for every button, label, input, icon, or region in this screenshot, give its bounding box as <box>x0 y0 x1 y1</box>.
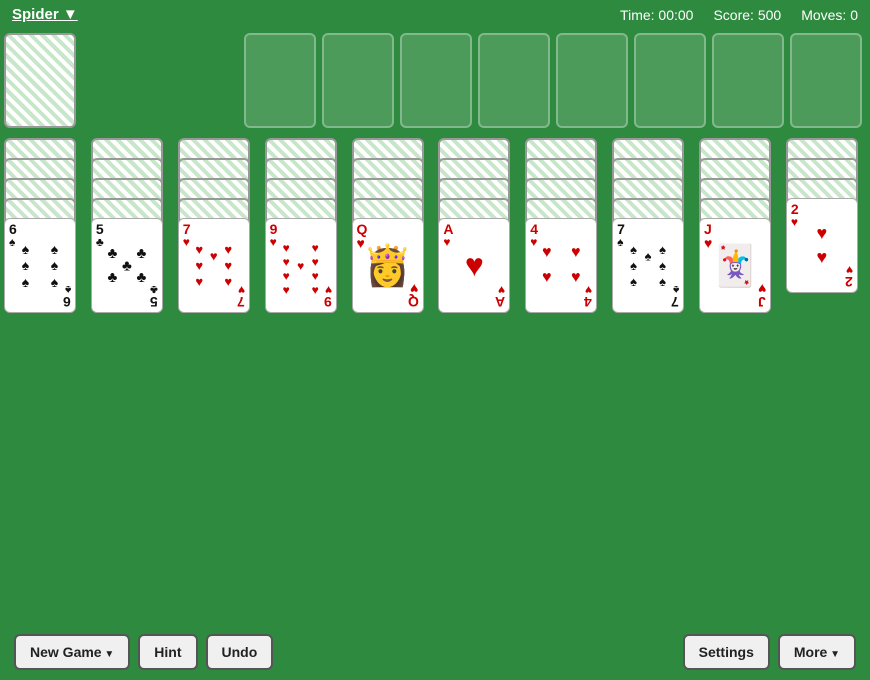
new-game-button[interactable]: New Game <box>14 634 130 670</box>
time-value: 00:00 <box>658 7 693 23</box>
more-button[interactable]: More <box>778 634 856 670</box>
stats-area: Time: 00:00 Score: 500 Moves: 0 <box>620 7 858 23</box>
stock-area <box>4 33 76 128</box>
settings-button[interactable]: Settings <box>683 634 770 670</box>
column-0: 6 ♠ ♠♠♠♠♠♠ 6 ♠ <box>4 138 84 313</box>
face-up-card[interactable]: A ♥ ♥ A ♥ <box>438 218 510 313</box>
column-4: Q ♥ 👸 Q ♥ <box>352 138 432 313</box>
foundation-slot-1 <box>244 33 316 128</box>
face-up-card[interactable]: 5 ♣ ♣♣♣♣♣ 5 ♣ <box>91 218 163 313</box>
footer: New Game Hint Undo Settings More <box>0 624 870 680</box>
foundation-slot-5 <box>556 33 628 128</box>
top-row <box>0 29 870 136</box>
foundations-row <box>244 33 862 128</box>
undo-button[interactable]: Undo <box>206 634 274 670</box>
columns-area: 6 ♠ ♠♠♠♠♠♠ 6 ♠ 5 ♣ ♣♣♣♣♣ 5 ♣ 7 <box>0 138 870 313</box>
column-2: 7 ♥ ♥♥♥♥♥♥♥ 7 ♥ <box>178 138 258 313</box>
score-value: 500 <box>758 7 781 23</box>
face-up-card[interactable]: J ♥ 🃏 J ♥ <box>699 218 771 313</box>
moves-value: 0 <box>850 7 858 23</box>
column-3: 9 ♥ ♥♥♥♥♥♥♥♥♥ 9 ♥ <box>265 138 345 313</box>
time-display: Time: 00:00 <box>620 7 693 23</box>
foundation-slot-6 <box>634 33 706 128</box>
column-6: 4 ♥ ♥♥♥♥ 4 ♥ <box>525 138 605 313</box>
face-up-card[interactable]: Q ♥ 👸 Q ♥ <box>352 218 424 313</box>
column-9: 2 ♥ ♥♥ 2 ♥ <box>786 138 866 313</box>
left-buttons: New Game Hint Undo <box>14 634 273 670</box>
stock-pile[interactable] <box>4 33 76 128</box>
face-up-card[interactable]: 4 ♥ ♥♥♥♥ 4 ♥ <box>525 218 597 313</box>
column-8: J ♥ 🃏 J ♥ <box>699 138 779 313</box>
face-up-card[interactable]: 2 ♥ ♥♥ 2 ♥ <box>786 198 858 293</box>
face-up-card[interactable]: 7 ♥ ♥♥♥♥♥♥♥ 7 ♥ <box>178 218 250 313</box>
moves-display: Moves: 0 <box>801 7 858 23</box>
foundation-slot-3 <box>400 33 472 128</box>
foundation-slot-4 <box>478 33 550 128</box>
right-buttons: Settings More <box>683 634 856 670</box>
face-up-card[interactable]: 9 ♥ ♥♥♥♥♥♥♥♥♥ 9 ♥ <box>265 218 337 313</box>
face-up-card[interactable]: 7 ♠ ♠♠♠♠♠♠♠ 7 ♠ <box>612 218 684 313</box>
foundation-slot-7 <box>712 33 784 128</box>
foundation-slot-8 <box>790 33 862 128</box>
column-5: A ♥ ♥ A ♥ <box>438 138 518 313</box>
header: Spider ▼ Time: 00:00 Score: 500 Moves: 0 <box>0 0 870 29</box>
foundation-slot-2 <box>322 33 394 128</box>
hint-button[interactable]: Hint <box>138 634 197 670</box>
game-title[interactable]: Spider ▼ <box>12 6 78 23</box>
face-up-card[interactable]: 6 ♠ ♠♠♠♠♠♠ 6 ♠ <box>4 218 76 313</box>
title-arrow-icon: ▼ <box>63 6 78 23</box>
score-display: Score: 500 <box>713 7 781 23</box>
title-text: Spider <box>12 6 59 23</box>
column-1: 5 ♣ ♣♣♣♣♣ 5 ♣ <box>91 138 171 313</box>
column-7: 7 ♠ ♠♠♠♠♠♠♠ 7 ♠ <box>612 138 692 313</box>
